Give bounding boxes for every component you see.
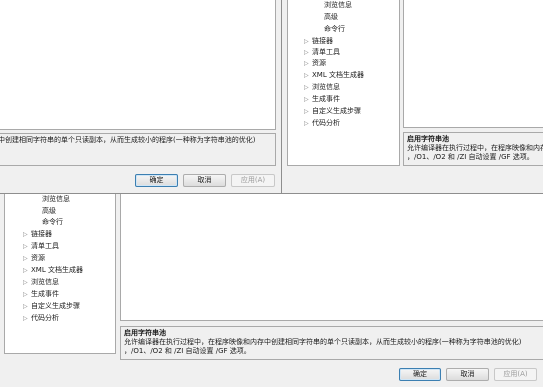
description-text: 允许编译器在执行过程中，在程序映像和内存中创建相同字符串的单个只读副本，从而生成… (124, 338, 522, 346)
ok-button[interactable]: 确定 (135, 174, 178, 187)
expand-arrow-icon[interactable]: ▷ (304, 48, 312, 57)
description-panel: 启用字符串池 允许编译器在执行过程中，在程序映像和内存中创建相同字符串的单个只读… (120, 326, 543, 360)
expand-arrow-icon[interactable]: ▷ (304, 59, 312, 68)
property-grid-panel (403, 0, 543, 128)
property-tree: 浏览信息 高级 命令行 ▷ 链接器 ▷ 清单工具 ▷ 资源 ▷ XML 文档生成器 ▷ 浏… (287, 0, 400, 166)
description-text: 允许编译器在执行过程中，在程序映像和内存中 (407, 144, 543, 152)
apply-button[interactable]: 应用(A) (231, 174, 275, 187)
expand-arrow-icon[interactable]: ▷ (23, 230, 31, 239)
property-grid-panel (120, 194, 543, 321)
tree-item-browse-information[interactable]: ▷ 浏览信息 (23, 278, 59, 287)
tree-item-linker[interactable]: ▷ 链接器 (304, 37, 333, 46)
description-title: 启用字符串池 (124, 329, 166, 337)
tree-item-command-line[interactable]: 命令行 (324, 25, 345, 34)
expand-arrow-icon[interactable]: ▷ (23, 290, 31, 299)
tree-item-custom-build-step[interactable]: ▷ 自定义生成步骤 (304, 107, 361, 116)
tree-item-advanced[interactable]: 高级 (42, 207, 56, 216)
tree-item-resources[interactable]: ▷ 资源 (304, 59, 326, 68)
tree-item-build-events[interactable]: ▷ 生成事件 (23, 290, 59, 299)
tree-item-code-analysis[interactable]: ▷ 代码分析 (304, 119, 340, 128)
expand-arrow-icon[interactable]: ▷ (304, 71, 312, 80)
tree-item-browse-info[interactable]: 浏览信息 (324, 1, 352, 10)
description-text-line2: ，/O1、/O2 和 /ZI 自动设置 /GF 选项。 (124, 347, 251, 355)
description-text: 中创建相同字符串的单个只读副本，从而生成较小的程序(一种称为字符串池的优化) (0, 136, 256, 144)
expand-arrow-icon[interactable]: ▷ (304, 119, 312, 128)
description-title: 启用字符串池 (407, 135, 449, 143)
dialog-fragment-bottom: 浏览信息 高级 命令行 ▷ 链接器 ▷ 清单工具 ▷ 资源 ▷ XML 文档生成器 ▷ 浏… (0, 193, 543, 387)
expand-arrow-icon[interactable]: ▷ (23, 278, 31, 287)
expand-arrow-icon[interactable]: ▷ (304, 83, 312, 92)
cancel-button[interactable]: 取消 (183, 174, 226, 187)
tree-item-xml-doc-generator[interactable]: ▷ XML 文档生成器 (304, 71, 364, 80)
property-grid-panel (0, 0, 276, 130)
tree-item-manifest-tool[interactable]: ▷ 清单工具 (23, 242, 59, 251)
dialog-fragment-top-right: 浏览信息 高级 命令行 ▷ 链接器 ▷ 清单工具 ▷ 资源 ▷ XML 文档生成器 ▷ 浏… (281, 0, 543, 193)
tree-item-advanced[interactable]: 高级 (324, 13, 338, 22)
tree-item-custom-build-step[interactable]: ▷ 自定义生成步骤 (23, 302, 80, 311)
tree-item-resources[interactable]: ▷ 资源 (23, 254, 45, 263)
dialog-fragment-top-left: 中创建相同字符串的单个只读副本，从而生成较小的程序(一种称为字符串池的优化) 确… (0, 0, 281, 193)
ok-button[interactable]: 确定 (399, 368, 441, 381)
expand-arrow-icon[interactable]: ▷ (23, 266, 31, 275)
expand-arrow-icon[interactable]: ▷ (23, 254, 31, 263)
tree-item-code-analysis[interactable]: ▷ 代码分析 (23, 314, 59, 323)
expand-arrow-icon[interactable]: ▷ (304, 107, 312, 116)
tree-item-command-line[interactable]: 命令行 (42, 218, 63, 227)
tree-item-browse-information[interactable]: ▷ 浏览信息 (304, 83, 340, 92)
tree-item-build-events[interactable]: ▷ 生成事件 (304, 95, 340, 104)
expand-arrow-icon[interactable]: ▷ (304, 95, 312, 104)
expand-arrow-icon[interactable]: ▷ (23, 314, 31, 323)
description-panel: 中创建相同字符串的单个只读副本，从而生成较小的程序(一种称为字符串池的优化) (0, 133, 276, 166)
tree-item-xml-doc-generator[interactable]: ▷ XML 文档生成器 (23, 266, 83, 275)
expand-arrow-icon[interactable]: ▷ (23, 302, 31, 311)
property-tree: 浏览信息 高级 命令行 ▷ 链接器 ▷ 清单工具 ▷ 资源 ▷ XML 文档生成器 ▷ 浏… (4, 194, 116, 354)
tree-item-manifest-tool[interactable]: ▷ 清单工具 (304, 48, 340, 57)
expand-arrow-icon[interactable]: ▷ (304, 37, 312, 46)
description-panel: 启用字符串池 允许编译器在执行过程中，在程序映像和内存中 ，/O1、/O2 和 … (403, 132, 543, 166)
tree-item-browse-info[interactable]: 浏览信息 (42, 195, 70, 204)
expand-arrow-icon[interactable]: ▷ (23, 242, 31, 251)
cancel-button[interactable]: 取消 (446, 368, 489, 381)
description-text-line2: ，/O1、/O2 和 /ZI 自动设置 /GF 选项。 (407, 153, 534, 161)
tree-item-linker[interactable]: ▷ 链接器 (23, 230, 52, 239)
apply-button[interactable]: 应用(A) (494, 368, 537, 381)
